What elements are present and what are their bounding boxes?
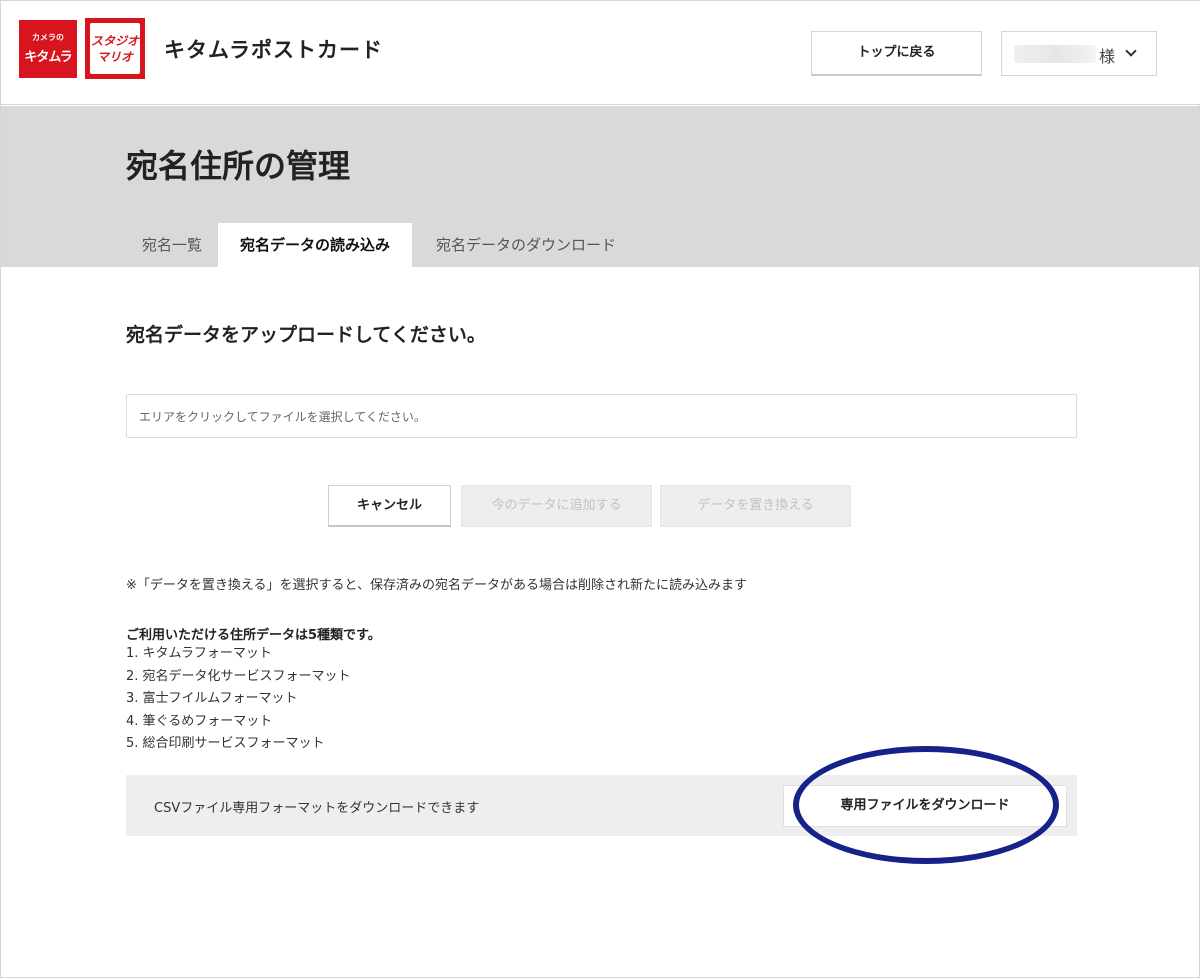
- highlight-circle: [793, 746, 1059, 864]
- studio-mario-logo[interactable]: スタジオ マリオ: [85, 18, 145, 79]
- back-to-top-button[interactable]: トップに戻る: [811, 31, 982, 76]
- kitamura-logo-line1: カメラの: [32, 33, 64, 42]
- format-item: 5. 総合印刷サービスフォーマット: [126, 736, 325, 751]
- add-to-data-button[interactable]: 今のデータに追加する: [461, 485, 652, 527]
- user-name-redacted: [1014, 45, 1096, 63]
- file-drop-area[interactable]: エリアをクリックしてファイルを選択してください。: [126, 394, 1077, 438]
- chevron-down-icon: [1125, 45, 1137, 57]
- app-window: カメラの キタムラ スタジオ マリオ キタムラポストカード トップに戻る 様 宛…: [0, 0, 1200, 978]
- kitamura-logo-line2: キタムラ: [24, 50, 72, 65]
- format-item: 3. 富士フイルムフォーマット: [126, 691, 298, 706]
- replace-note: ※「データを置き換える」を選択すると、保存済みの宛名データがある場合は削除され新…: [126, 578, 747, 593]
- format-item: 4. 筆ぐるめフォーマット: [126, 713, 273, 729]
- format-item: 1. キタムラフォーマット: [126, 646, 272, 661]
- tab-download-data[interactable]: 宛名データのダウンロード: [415, 223, 637, 267]
- tab-address-list[interactable]: 宛名一覧: [127, 223, 217, 267]
- site-title: キタムラポストカード: [164, 38, 383, 62]
- file-area-placeholder: エリアをクリックしてファイルを選択してください。: [139, 410, 426, 424]
- user-menu-dropdown[interactable]: 様: [1001, 31, 1157, 76]
- studio-logo-line2: マリオ: [96, 50, 133, 64]
- formats-title: ご利用いただける住所データは5種類です。: [126, 628, 381, 643]
- format-item: 2. 宛名データ化サービスフォーマット: [126, 668, 351, 684]
- cancel-button[interactable]: キャンセル: [328, 485, 451, 527]
- kitamura-logo[interactable]: カメラの キタムラ: [19, 20, 77, 78]
- site-header: カメラの キタムラ スタジオ マリオ キタムラポストカード トップに戻る 様: [1, 1, 1200, 105]
- download-description: CSVファイル専用フォーマットをダウンロードできます: [154, 801, 480, 816]
- format-list: 1. キタムラフォーマット 2. 宛名データ化サービスフォーマット 3. 富士フ…: [126, 643, 351, 756]
- tab-import-data[interactable]: 宛名データの読み込み: [218, 223, 412, 267]
- upload-heading: 宛名データをアップロードしてください。: [126, 324, 486, 346]
- page-title: 宛名住所の管理: [126, 147, 351, 185]
- replace-data-button[interactable]: データを置き換える: [660, 485, 851, 527]
- studio-mario-logo-inner: スタジオ マリオ: [90, 23, 140, 74]
- studio-logo-line1: スタジオ: [90, 34, 139, 48]
- user-honorific: 様: [1099, 47, 1116, 66]
